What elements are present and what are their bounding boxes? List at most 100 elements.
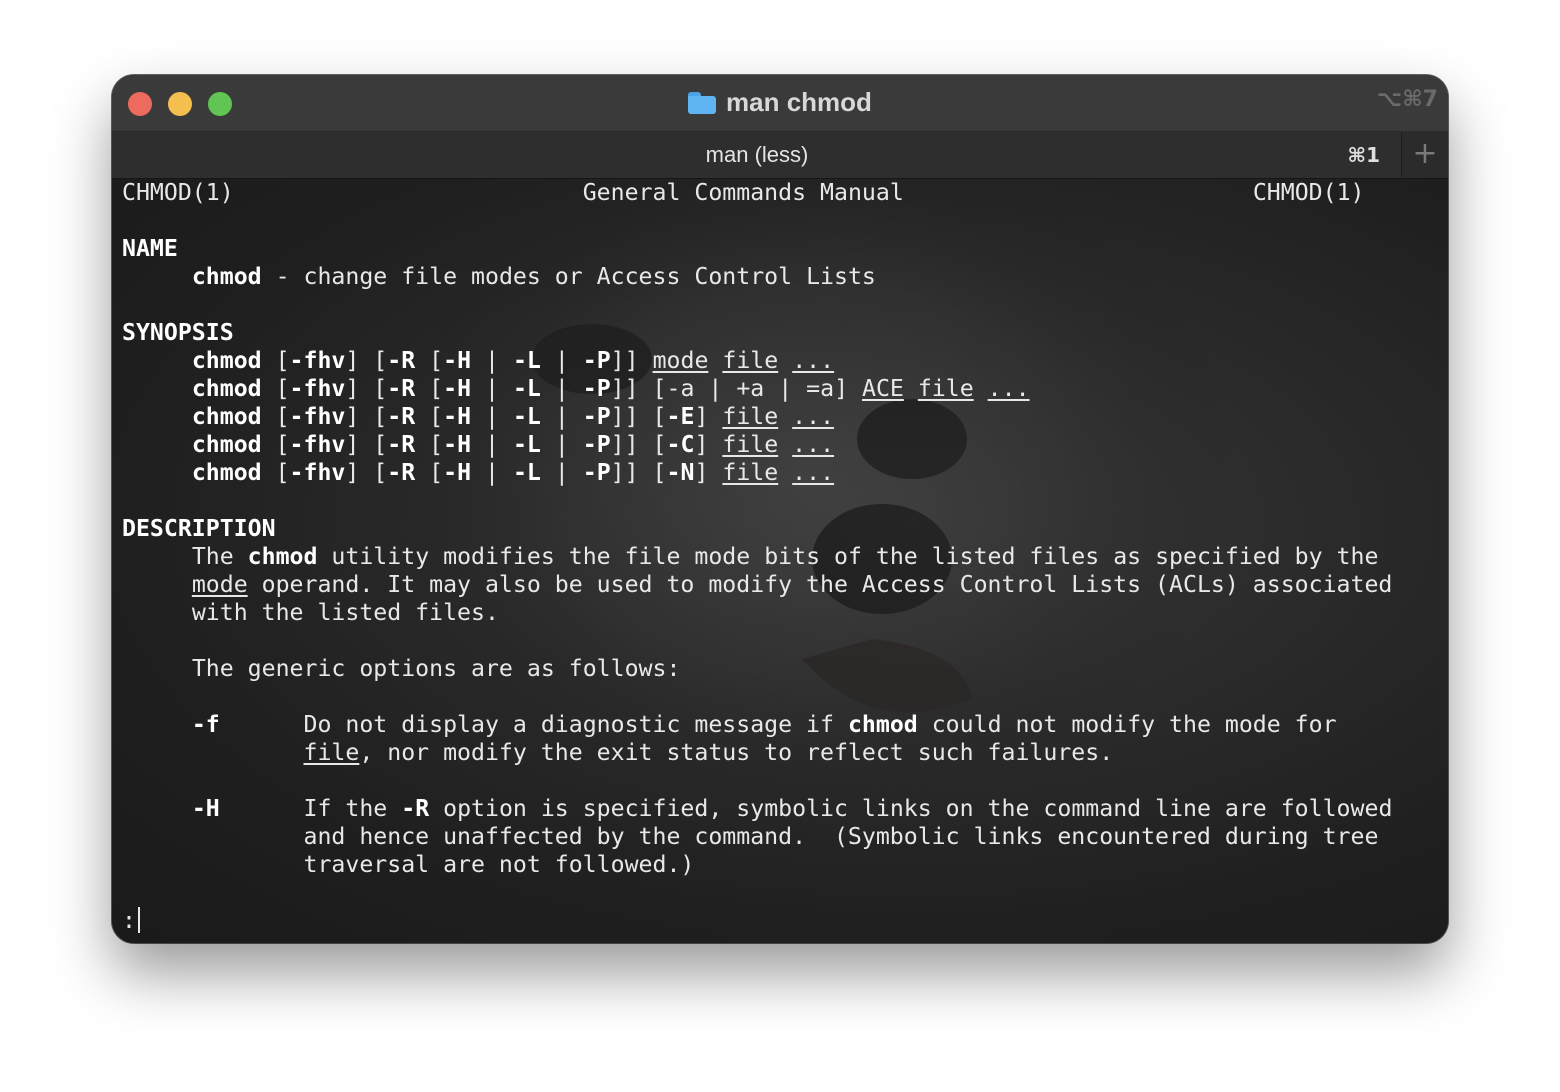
name-desc: - change file modes or Access Control Li… bbox=[261, 263, 876, 290]
syn-file: file bbox=[722, 459, 779, 486]
header-left: CHMOD(1) bbox=[122, 179, 234, 206]
synopsis-line-1: chmod [-fhv] [-R [-H | -L | -P]] mode fi… bbox=[191, 347, 835, 374]
name-cmd: chmod bbox=[191, 263, 262, 290]
syn-R: -R bbox=[387, 403, 416, 430]
syn-fhv: -fhv bbox=[289, 347, 346, 374]
option-text: , nor modify the exit status to reflect … bbox=[359, 739, 1114, 766]
option-f-line-2: file, nor modify the exit status to refl… bbox=[122, 739, 1392, 767]
syn-dots: ... bbox=[987, 375, 1030, 402]
desc-text: utility modifies the file mode bits of t… bbox=[317, 543, 1379, 570]
option-H-flag: -H bbox=[191, 795, 220, 822]
syn-P: -P bbox=[582, 431, 611, 458]
tab-man-less[interactable]: man (less) ⌘1 bbox=[112, 132, 1402, 178]
desc-line-3: with the listed files. bbox=[122, 599, 1392, 627]
tab-shortcut: ⌘1 bbox=[1347, 143, 1380, 167]
syn-file: file bbox=[722, 403, 779, 430]
option-text: If the bbox=[303, 795, 402, 822]
synopsis-heading: SYNOPSIS bbox=[122, 319, 234, 346]
synopsis-line-2: chmod [-fhv] [-R [-H | -L | -P]] [-a | +… bbox=[191, 375, 1030, 402]
terminal-window: man chmod ⌥⌘7 man (less) ⌘1 + CHMOD(1) G… bbox=[112, 75, 1448, 943]
title-bar[interactable]: man chmod ⌥⌘7 bbox=[112, 75, 1448, 132]
syn-dots: ... bbox=[792, 347, 835, 374]
desc-mode: mode bbox=[191, 571, 248, 598]
syn-mode: mode bbox=[652, 347, 709, 374]
syn-P: -P bbox=[582, 347, 611, 374]
name-line: chmod - change file modes or Access Cont… bbox=[122, 263, 1392, 291]
synopsis-line-3: chmod [-fhv] [-R [-H | -L | -P]] [-E] fi… bbox=[191, 403, 835, 430]
syn-file: file bbox=[722, 431, 779, 458]
syn-R: -R bbox=[387, 347, 416, 374]
option-H-line-3: traversal are not followed.) bbox=[122, 851, 1392, 879]
desc-text: operand. It may also be used to modify t… bbox=[247, 571, 1393, 598]
desc-text: The generic options are as follows: bbox=[191, 655, 681, 682]
man-header: CHMOD(1) General Commands Manual CHMOD(1… bbox=[122, 179, 1392, 207]
syn-cmd: chmod bbox=[191, 375, 262, 402]
option-text: traversal are not followed.) bbox=[303, 851, 695, 878]
name-heading-line: NAME bbox=[122, 235, 1392, 263]
syn-L: -L bbox=[512, 347, 541, 374]
syn-cmd: chmod bbox=[191, 403, 262, 430]
syn-L: -L bbox=[512, 459, 541, 486]
name-heading: NAME bbox=[122, 235, 178, 262]
syn-fhv: -fhv bbox=[289, 403, 346, 430]
tab-label: man (less) bbox=[705, 142, 809, 167]
syn-R: -R bbox=[387, 375, 416, 402]
syn-file: file bbox=[722, 347, 779, 374]
man-page-text: CHMOD(1) General Commands Manual CHMOD(1… bbox=[122, 179, 1392, 935]
tab-bar: man (less) ⌘1 + bbox=[112, 132, 1448, 179]
synopsis-line-5: chmod [-fhv] [-R [-H | -L | -P]] [-N] fi… bbox=[191, 459, 835, 486]
option-f-flag: -f bbox=[191, 711, 220, 738]
text-cursor bbox=[137, 907, 140, 933]
syn-C: -C bbox=[666, 431, 695, 458]
option-text: option is specified, symbolic links on t… bbox=[429, 795, 1393, 822]
option-cmd: chmod bbox=[847, 711, 918, 738]
folder-icon bbox=[688, 92, 717, 114]
syn-P: -P bbox=[582, 459, 611, 486]
header-center: General Commands Manual bbox=[582, 179, 904, 206]
syn-file: file bbox=[917, 375, 974, 402]
desc-text: The bbox=[191, 543, 248, 570]
syn-cmd: chmod bbox=[191, 431, 262, 458]
desc-line-2: mode operand. It may also be used to mod… bbox=[122, 571, 1393, 599]
syn-eq-a: =a bbox=[806, 375, 835, 402]
syn-dots: ... bbox=[792, 403, 835, 430]
description-heading: DESCRIPTION bbox=[122, 515, 276, 542]
syn-cmd: chmod bbox=[191, 459, 262, 486]
syn-plus-a: +a bbox=[736, 375, 765, 402]
desc-cmd: chmod bbox=[247, 543, 318, 570]
new-tab-button[interactable]: + bbox=[1401, 132, 1448, 178]
synopsis-heading-line: SYNOPSIS bbox=[122, 319, 1392, 347]
window-title: man chmod bbox=[726, 87, 872, 117]
header-right: CHMOD(1) bbox=[1252, 179, 1365, 206]
syn-R: -R bbox=[387, 431, 416, 458]
less-prompt: : bbox=[122, 907, 136, 934]
syn-E: -E bbox=[666, 403, 695, 430]
prompt-line[interactable]: : bbox=[122, 907, 1392, 935]
syn-dots: ... bbox=[792, 431, 835, 458]
syn-L: -L bbox=[512, 431, 541, 458]
terminal-content[interactable]: CHMOD(1) General Commands Manual CHMOD(1… bbox=[112, 179, 1448, 943]
syn-H: -H bbox=[443, 459, 472, 486]
syn-cmd: chmod bbox=[191, 347, 262, 374]
syn-R: -R bbox=[387, 459, 416, 486]
syn-fhv: -fhv bbox=[289, 431, 346, 458]
syn-N: -N bbox=[666, 459, 695, 486]
desc-line-1: The chmod utility modifies the file mode… bbox=[122, 543, 1392, 571]
syn-dots: ... bbox=[792, 459, 835, 486]
option-file: file bbox=[303, 739, 360, 766]
option-text: Do not display a diagnostic message if bbox=[303, 711, 848, 738]
window-title-group: man chmod bbox=[112, 87, 1448, 118]
syn-P: -P bbox=[582, 375, 611, 402]
syn-H: -H bbox=[443, 431, 472, 458]
syn-L: -L bbox=[512, 403, 541, 430]
syn-P: -P bbox=[582, 403, 611, 430]
syn-fhv: -fhv bbox=[289, 459, 346, 486]
desc-line-4: The generic options are as follows: bbox=[122, 655, 1392, 683]
